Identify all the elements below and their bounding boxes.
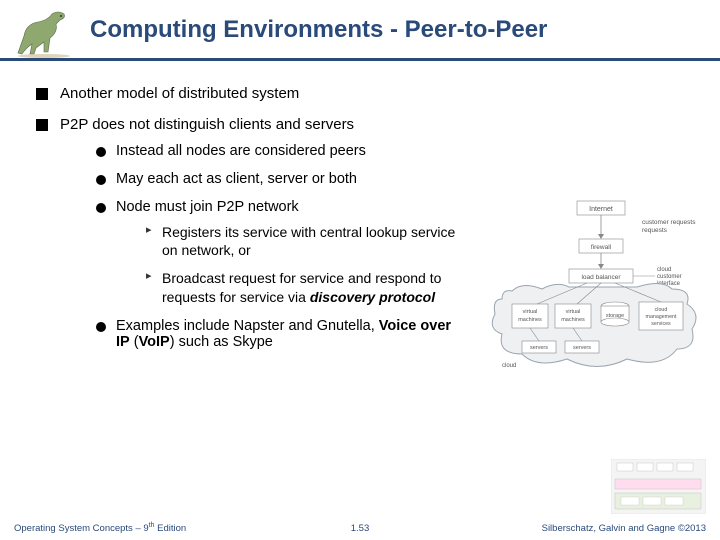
label-storage: storage — [606, 313, 624, 319]
ex-d: VoIP — [139, 334, 170, 350]
bullet-peers: Instead all nodes are considered peers — [96, 143, 456, 159]
bullet-join-text: Node must join P2P network — [116, 199, 299, 215]
label-firewall: firewall — [591, 244, 612, 251]
svg-text:requests: requests — [642, 227, 668, 234]
ex-c: ( — [130, 334, 139, 350]
footer-left: Operating System Concepts – 9th Edition — [14, 522, 186, 534]
slide-header: Computing Environments - Peer-to-Peer — [0, 0, 720, 61]
top-list: Another model of distributed system P2P … — [36, 85, 456, 350]
bullet-broadcast-b: discovery protocol — [310, 289, 435, 305]
cloud-diagram: Internet customer requests requests fire… — [487, 199, 702, 399]
svg-text:customer: customer — [657, 274, 682, 280]
label-servers2: servers — [573, 345, 591, 351]
bullet-p2p: P2P does not distinguish clients and ser… — [36, 116, 456, 350]
svg-text:machines: machines — [561, 317, 585, 323]
bullet-distributed: Another model of distributed system — [36, 85, 456, 102]
svg-text:machines: machines — [518, 317, 542, 323]
bullet-list-container: Another model of distributed system P2P … — [36, 85, 456, 350]
bullet-broadcast: Broadcast request for service and respon… — [146, 269, 456, 305]
ex-e: ) such as Skype — [170, 334, 273, 350]
label-cloudif: cloud — [657, 267, 671, 273]
bullet-p2p-text: P2P does not distinguish clients and ser… — [60, 116, 354, 133]
bullet-join: Node must join P2P network Registers its… — [96, 199, 456, 306]
sub-list-1: Instead all nodes are considered peers M… — [60, 143, 456, 350]
label-custreq: customer requests — [642, 219, 696, 226]
ex-a: Examples include Napster and Gnutella, — [116, 318, 379, 334]
bullet-register: Registers its service with central looku… — [146, 223, 456, 259]
footer-right: Silberschatz, Galvin and Gagne ©2013 — [542, 523, 706, 534]
bullet-examples: Examples include Napster and Gnutella, V… — [96, 318, 456, 350]
slide-footer: Operating System Concepts – 9th Edition … — [0, 522, 720, 534]
svg-text:cloud: cloud — [655, 307, 668, 313]
slide: Computing Environments - Peer-to-Peer An… — [0, 0, 720, 540]
svg-text:services: services — [651, 321, 671, 327]
label-internet: Internet — [589, 206, 613, 213]
footer-left-a: Operating System Concepts – 9 — [14, 523, 149, 534]
footer-page-number: 1.53 — [351, 523, 370, 534]
svg-text:virtual: virtual — [566, 309, 581, 315]
label-cloud: cloud — [502, 363, 516, 369]
dinosaur-logo-icon — [8, 8, 80, 58]
sub-list-2: Registers its service with central looku… — [116, 223, 456, 306]
bullet-client-server: May each act as client, server or both — [96, 171, 456, 187]
svg-text:management: management — [646, 314, 677, 320]
label-servers1: servers — [530, 345, 548, 351]
label-lb: load balancer — [581, 274, 621, 281]
slide-title: Computing Environments - Peer-to-Peer — [90, 16, 547, 50]
svg-text:virtual: virtual — [523, 309, 538, 315]
mini-preview-icon — [611, 459, 706, 514]
slide-content: Another model of distributed system P2P … — [0, 67, 720, 350]
footer-left-b: Edition — [155, 523, 187, 534]
